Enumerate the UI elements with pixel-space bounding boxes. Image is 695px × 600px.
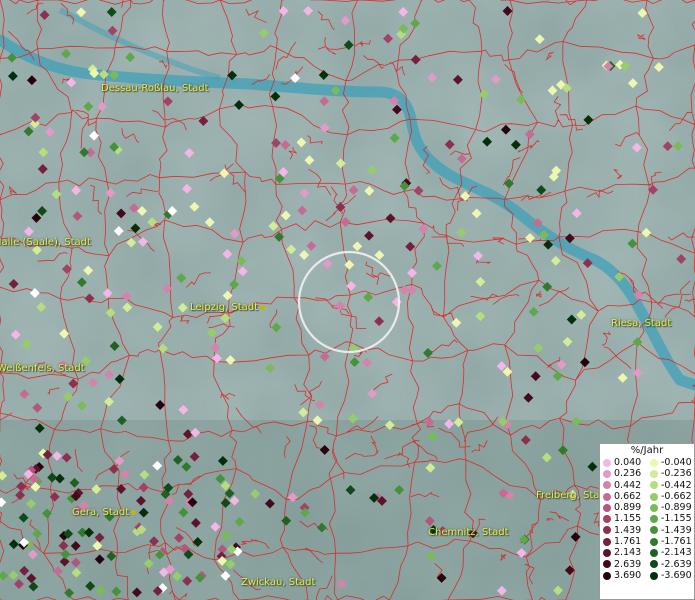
- legend-entry-negative: -0.442: [647, 480, 694, 491]
- legend-row: 0.040 -0.040: [600, 457, 694, 468]
- legend-row: 1.439 -1.439: [600, 525, 694, 536]
- legend-title: %/Jahr: [630, 445, 664, 456]
- legend-swatch: [650, 458, 658, 467]
- legend-row: 1.155 -1.155: [600, 513, 694, 524]
- legend-row: 1.761 -1.761: [600, 536, 694, 547]
- legend-value: -2.639: [661, 558, 692, 570]
- legend-entry-negative: -0.662: [647, 491, 694, 502]
- legend-value: 0.442: [614, 479, 642, 491]
- legend-value: 1.761: [614, 536, 642, 548]
- city-label-zwickau: Zwickau, Stadt: [241, 577, 316, 588]
- legend-value: -1.761: [661, 536, 692, 548]
- legend-value: -3.690: [661, 569, 692, 581]
- legend-row: 0.442 -0.442: [600, 480, 694, 491]
- legend-value: 0.040: [614, 457, 642, 468]
- legend-swatch: [650, 481, 658, 490]
- city-label-gera: Gera, Stadt: [72, 507, 137, 518]
- city-label-halle: Halle (Saale), Stadt: [0, 237, 91, 248]
- legend-swatch: [650, 537, 658, 546]
- legend-swatch: [603, 503, 611, 512]
- legend-swatch: [603, 526, 611, 535]
- legend-value: -1.155: [661, 513, 692, 525]
- legend-entry-positive: 1.155: [600, 513, 647, 524]
- legend-entry-negative: -1.155: [647, 513, 694, 524]
- legend-value: -0.662: [661, 490, 692, 502]
- city-marker: [260, 304, 266, 310]
- legend-swatch: [603, 571, 611, 580]
- legend-entry-positive: 3.690: [600, 570, 647, 581]
- legend-swatch: [603, 549, 611, 558]
- legend-entry-positive: 0.236: [600, 468, 647, 479]
- legend-entry-positive: 0.442: [600, 480, 647, 491]
- legend-swatch: [650, 560, 658, 569]
- legend-swatch: [650, 526, 658, 535]
- legend-swatch: [603, 560, 611, 569]
- city-label-weissenfels: Weißenfels, Stadt: [0, 363, 85, 374]
- legend-value: -1.439: [661, 524, 692, 536]
- legend-swatch: [650, 503, 658, 512]
- legend-entry-negative: -1.439: [647, 525, 694, 536]
- legend-value: -0.442: [661, 479, 692, 491]
- legend-entry-positive: 1.439: [600, 525, 647, 536]
- legend-rows: 0.040 -0.040 0.236 -0.236 0.442 -0.442 0.662 -0…: [600, 457, 694, 581]
- legend-entry-positive: 2.639: [600, 559, 647, 570]
- legend-value: 1.439: [614, 524, 642, 536]
- legend-row: 2.143 -2.143: [600, 547, 694, 558]
- legend-swatch: [650, 571, 658, 580]
- legend-swatch: [603, 537, 611, 546]
- legend-entry-negative: -0.040: [647, 457, 694, 468]
- legend-entry-negative: -2.143: [647, 547, 694, 558]
- city-label-chemnitz: Chemnitz, Stadt: [428, 527, 509, 538]
- legend-entry-positive: 1.761: [600, 536, 647, 547]
- legend-value: 3.690: [614, 569, 642, 581]
- legend-entry-positive: 2.143: [600, 547, 647, 558]
- legend-entry-negative: -0.899: [647, 502, 694, 513]
- city-label-riesa: Riesa, Stadt: [611, 318, 672, 329]
- legend-swatch: [603, 492, 611, 501]
- legend-entry-positive: 0.040: [600, 457, 647, 468]
- legend-value: -0.236: [661, 468, 692, 480]
- legend-value: 0.662: [614, 490, 642, 502]
- legend-entry-positive: 0.899: [600, 502, 647, 513]
- legend-row: 0.899 -0.899: [600, 502, 694, 513]
- legend-swatch: [603, 481, 611, 490]
- legend-value: 2.143: [614, 547, 642, 559]
- legend-entry-negative: -1.761: [647, 536, 694, 547]
- legend-row: 0.662 -0.662: [600, 491, 694, 502]
- legend-swatch: [650, 492, 658, 501]
- legend-value: -2.143: [661, 547, 692, 559]
- legend-row: 2.639 -2.639: [600, 559, 694, 570]
- legend-entry-negative: -2.639: [647, 559, 694, 570]
- legend-value: 2.639: [614, 558, 642, 570]
- legend-value: 1.155: [614, 513, 642, 525]
- legend-swatch: [650, 515, 658, 524]
- legend-entry-positive: 0.662: [600, 491, 647, 502]
- legend-swatch: [650, 549, 658, 558]
- legend: %/Jahr 0.040 -0.040 0.236 -0.236 0.442 -0.442…: [599, 443, 695, 600]
- legend-swatch: [603, 458, 611, 467]
- legend-swatch: [603, 469, 611, 478]
- legend-swatch: [650, 469, 658, 478]
- city-label-dessau: Dessau-Roßlau, Stadt: [101, 83, 209, 94]
- legend-value: 0.899: [614, 502, 642, 514]
- legend-value: 0.236: [614, 468, 642, 480]
- legend-value: -0.899: [661, 502, 692, 514]
- legend-row: 0.236 -0.236: [600, 468, 694, 479]
- city-label-leipzig: Leipzig, Stadt: [190, 302, 266, 313]
- legend-entry-negative: -3.690: [647, 570, 694, 581]
- legend-value: -0.040: [661, 457, 692, 468]
- legend-swatch: [603, 515, 611, 524]
- legend-row: 3.690 -3.690: [600, 570, 694, 581]
- legend-entry-negative: -0.236: [647, 468, 694, 479]
- city-marker: [131, 509, 137, 515]
